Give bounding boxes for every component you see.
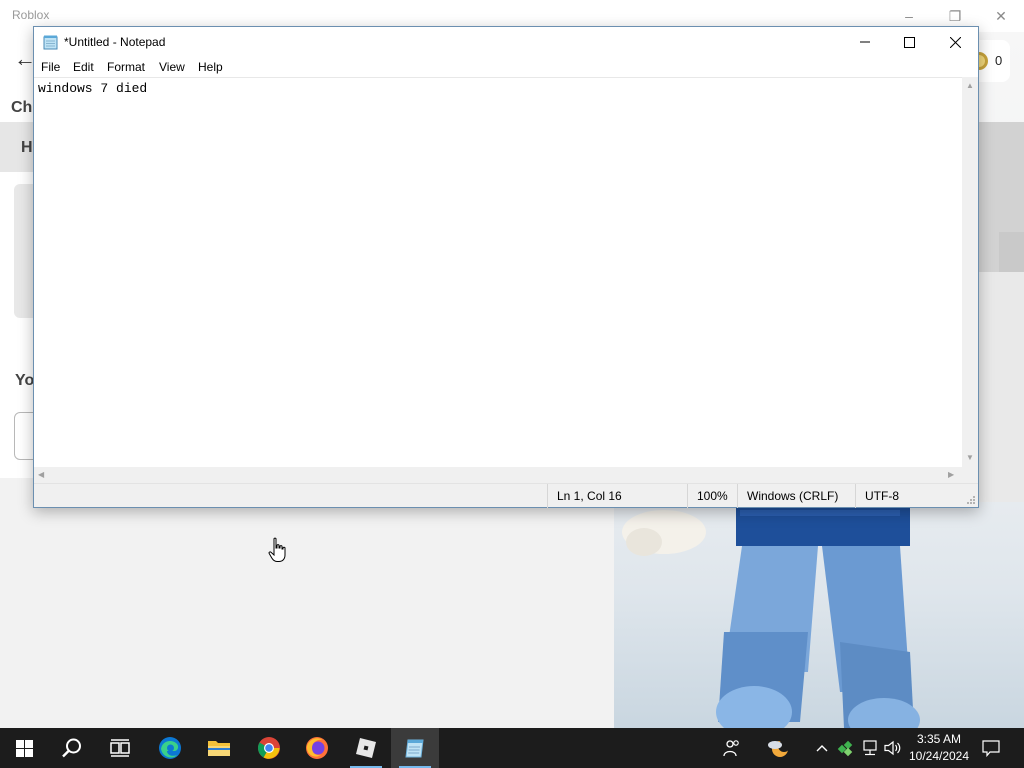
people-icon bbox=[723, 740, 739, 757]
notepad-window[interactable]: *Untitled - Notepad File Edit Format Vie… bbox=[33, 26, 979, 508]
document-text[interactable]: windows 7 died bbox=[38, 81, 147, 96]
show-hidden-icons-button[interactable] bbox=[812, 738, 832, 758]
taskbar-roblox[interactable] bbox=[342, 728, 390, 768]
scrollbar-corner bbox=[962, 467, 978, 483]
minimize-icon bbox=[860, 41, 870, 43]
task-view-button[interactable] bbox=[96, 728, 144, 768]
taskbar-file-explorer[interactable] bbox=[195, 728, 243, 768]
status-zoom: 100% bbox=[687, 484, 737, 508]
roblox-minimize-button[interactable]: – bbox=[898, 6, 920, 26]
scroll-left-icon[interactable]: ◀ bbox=[38, 470, 44, 480]
chrome-icon bbox=[258, 737, 280, 759]
file-explorer-icon bbox=[208, 741, 230, 756]
horizontal-scrollbar[interactable]: ◀ ▶ bbox=[34, 467, 962, 483]
roblox-icon bbox=[356, 738, 376, 758]
notepad-window-title: *Untitled - Notepad bbox=[64, 35, 166, 49]
weather-widget[interactable] bbox=[766, 738, 792, 758]
roblox-restore-button[interactable]: ❐ bbox=[944, 6, 966, 26]
roblox-close-button[interactable]: ✕ bbox=[990, 6, 1012, 26]
volume-button[interactable] bbox=[883, 738, 903, 758]
menu-bar: File Edit Format View Help bbox=[34, 57, 978, 77]
scroll-up-icon[interactable]: ▲ bbox=[966, 81, 974, 91]
windows-start-icon bbox=[15, 739, 33, 757]
taskbar-chrome[interactable] bbox=[245, 728, 293, 768]
volume-icon bbox=[884, 740, 901, 756]
taskbar-search-button[interactable] bbox=[48, 728, 96, 768]
search-icon bbox=[62, 738, 81, 758]
taskbar-notepad[interactable] bbox=[391, 728, 439, 768]
menu-edit[interactable]: Edit bbox=[73, 60, 94, 74]
people-button[interactable] bbox=[722, 738, 742, 758]
menu-help[interactable]: Help bbox=[198, 60, 223, 74]
notepad-icon bbox=[43, 35, 58, 50]
taskbar-firefox[interactable] bbox=[293, 728, 341, 768]
clock-time: 3:35 AM bbox=[916, 732, 962, 746]
maximize-icon bbox=[903, 36, 915, 48]
scroll-right-icon[interactable]: ▶ bbox=[948, 470, 954, 480]
text-editor-area[interactable]: windows 7 died bbox=[34, 77, 962, 467]
status-encoding: UTF-8 bbox=[855, 484, 955, 508]
roblox-partial-label: Yo bbox=[15, 372, 35, 389]
chevron-up-icon bbox=[816, 745, 828, 752]
minimize-button[interactable] bbox=[842, 27, 888, 57]
tray-app-button[interactable] bbox=[836, 738, 856, 758]
scroll-down-icon[interactable]: ▼ bbox=[966, 453, 974, 463]
status-bar: Ln 1, Col 16 100% Windows (CRLF) UTF-8 bbox=[34, 483, 978, 508]
notepad-titlebar[interactable]: *Untitled - Notepad bbox=[34, 27, 978, 57]
action-center-button[interactable] bbox=[981, 738, 1001, 758]
notepad-icon bbox=[405, 739, 424, 758]
network-ethernet-icon bbox=[863, 740, 877, 756]
taskbar-clock[interactable]: 3:35 AM 10/24/2024 bbox=[906, 731, 972, 765]
roblox-window-title: Roblox bbox=[12, 8, 50, 22]
notifications-icon bbox=[982, 739, 1000, 757]
status-line-ending: Windows (CRLF) bbox=[737, 484, 855, 508]
start-button[interactable] bbox=[0, 728, 48, 768]
close-button[interactable] bbox=[932, 27, 978, 57]
roblox-partial-heading: Ch bbox=[11, 99, 33, 116]
task-view-icon bbox=[110, 739, 130, 757]
firefox-icon bbox=[306, 737, 328, 759]
vertical-scrollbar[interactable]: ▲ ▼ bbox=[962, 77, 978, 467]
taskbar: 3:35 AM 10/24/2024 bbox=[0, 728, 1024, 768]
robux-count: 0 bbox=[995, 53, 1003, 68]
hand-cursor-icon bbox=[268, 537, 286, 562]
tray-app-icon bbox=[837, 740, 853, 757]
taskbar-edge[interactable] bbox=[146, 728, 194, 768]
menu-file[interactable]: File bbox=[41, 60, 60, 74]
weather-moon-cloud-icon bbox=[768, 740, 790, 757]
network-button[interactable] bbox=[860, 738, 880, 758]
close-icon bbox=[949, 36, 961, 48]
clock-date: 10/24/2024 bbox=[908, 749, 970, 763]
edge-icon bbox=[159, 737, 181, 759]
resize-grip-icon[interactable] bbox=[966, 495, 976, 505]
maximize-button[interactable] bbox=[886, 27, 932, 57]
roblox-partial-tab[interactable]: H bbox=[21, 139, 33, 157]
status-cursor-position: Ln 1, Col 16 bbox=[547, 484, 687, 508]
menu-view[interactable]: View bbox=[159, 60, 185, 74]
menu-format[interactable]: Format bbox=[107, 60, 145, 74]
